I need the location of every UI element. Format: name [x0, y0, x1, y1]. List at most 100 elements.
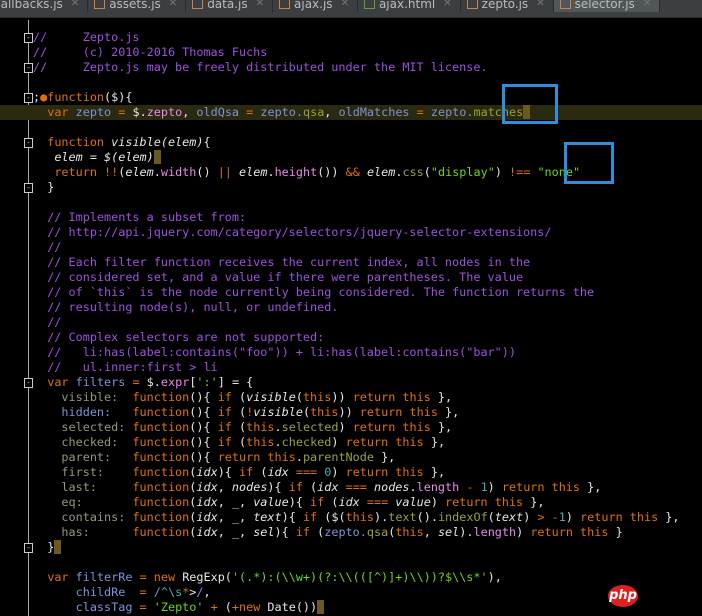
code-line[interactable]: // (c) 2010-2016 Thomas Fuchs: [0, 45, 702, 60]
code-line[interactable]: var zepto = $.zepto, oldQsa = zepto.qsa,…: [0, 105, 702, 120]
tab-selector-js[interactable]: selector.js ✕: [553, 0, 661, 12]
code-line[interactable]: - }: [0, 540, 702, 555]
fold-toggle-icon[interactable]: -: [24, 93, 33, 103]
tab-assets-js[interactable]: assets.js ✕: [88, 0, 187, 12]
close-icon[interactable]: ✕: [341, 0, 349, 9]
tab-zepto-js[interactable]: zepto.js ✕: [461, 0, 554, 12]
close-icon[interactable]: ✕: [71, 0, 79, 9]
code-token: width: [160, 165, 197, 179]
code-token: idx: [267, 465, 289, 479]
code-token: if: [217, 390, 232, 404]
code-line[interactable]: var filterRe = new RegExp('(.*):(\\w+)(?…: [0, 570, 702, 585]
code-token: nodes: [374, 480, 410, 494]
code-line[interactable]: classTag = 'Zepto' + (+new Date()): [0, 600, 702, 615]
code-line[interactable]: parent: function(){ return this.parentNo…: [0, 450, 702, 465]
code-line[interactable]: // ul.inner:first > li: [0, 360, 702, 375]
code-token: //: [33, 240, 62, 254]
tab-label: ajax.js: [294, 0, 333, 11]
code-line[interactable]: // li:has(label:contains("foo")) + li:ha…: [0, 345, 702, 360]
code-token: function: [132, 465, 190, 479]
tab-data-js[interactable]: data.js ✕: [186, 0, 274, 12]
code-line[interactable]: selected: function(){ if (this.selected)…: [0, 420, 702, 435]
fold-toggle-icon[interactable]: -: [24, 543, 33, 553]
code-line[interactable]: //: [0, 315, 702, 330]
code-line[interactable]: hidden: function(){ if (!visible(this)) …: [0, 405, 702, 420]
code-token: elem: [239, 165, 268, 179]
code-token: $(elem): [104, 150, 154, 164]
code-line[interactable]: [0, 555, 702, 570]
close-icon[interactable]: ✕: [643, 0, 651, 9]
code-line[interactable]: // Complex selectors are not supported:: [0, 330, 702, 345]
code-line[interactable]: // http://api.jquery.com/category/select…: [0, 225, 702, 240]
code-line[interactable]: contains: function(idx, _, text){ if ($(…: [0, 510, 702, 525]
code-token: ){: [274, 525, 296, 539]
code-token: }: [33, 180, 55, 194]
highlight-box: [564, 142, 614, 184]
code-token: last:: [33, 480, 133, 494]
code-token: var: [47, 375, 76, 389]
code-token: ){: [267, 480, 289, 494]
code-token: var: [47, 105, 76, 119]
tab-ajax-html[interactable]: ajax.html ✕: [358, 0, 461, 12]
code-token: /: [153, 585, 161, 599]
code-token: (){: [189, 420, 218, 434]
code-line[interactable]: // Each filter function receives the cur…: [0, 255, 702, 270]
code-line[interactable]: -// Zepto.js may be freely distributed u…: [0, 60, 702, 75]
close-icon[interactable]: ✕: [443, 0, 451, 9]
fold-toggle-icon[interactable]: -: [24, 33, 33, 43]
code-token: filters: [75, 375, 126, 389]
code-line[interactable]: has: function(idx, _, sel){ if (zepto.qs…: [0, 525, 702, 540]
code-line[interactable]: // considered set, and a value if there …: [0, 270, 702, 285]
code-line[interactable]: [0, 75, 702, 90]
code-token: (: [253, 465, 268, 479]
close-icon[interactable]: ✕: [256, 0, 264, 9]
code-token: ,: [182, 105, 197, 119]
tab-callbacks-js[interactable]: callbacks.js ✕: [0, 0, 89, 12]
tab-ajax-js[interactable]: ajax.js ✕: [273, 0, 358, 12]
code-line[interactable]: [0, 120, 702, 135]
code-token: > -: [537, 510, 559, 524]
code-token: (){: [189, 435, 218, 449]
code-token: if: [217, 405, 232, 419]
code-line[interactable]: //: [0, 240, 702, 255]
code-line[interactable]: checked: function(){ if (this.checked) r…: [0, 435, 702, 450]
fold-toggle-icon[interactable]: -: [24, 138, 33, 148]
fold-toggle-icon[interactable]: -: [24, 183, 33, 193]
code-line[interactable]: - ;●function($){: [0, 90, 702, 105]
code-token: function: [132, 495, 190, 509]
code-token: if: [295, 525, 311, 539]
code-token: =: [139, 600, 154, 614]
code-token: (: [295, 390, 303, 404]
close-icon[interactable]: ✕: [169, 0, 177, 9]
code-token: ): [494, 165, 510, 179]
code-line[interactable]: [0, 195, 702, 210]
code-line[interactable]: eq: function(idx, _, value){ if (idx ===…: [0, 495, 702, 510]
code-line[interactable]: // of `this` is the node currently being…: [0, 285, 702, 300]
code-token: .: [153, 165, 161, 179]
code-line[interactable]: -// Zepto.js: [0, 30, 702, 45]
close-icon[interactable]: ✕: [536, 0, 544, 9]
code-token: idx: [196, 465, 218, 479]
code-line[interactable]: - var filters = $.expr[':'] = {: [0, 375, 702, 390]
code-line[interactable]: last: function(idx, nodes){ if (idx === …: [0, 480, 702, 495]
code-token: this: [302, 390, 332, 404]
js-file-icon: [279, 0, 291, 9]
fold-toggle-icon[interactable]: -: [24, 378, 33, 388]
code-token: (: [324, 495, 339, 509]
code-line[interactable]: childRe = /^\s*>/,: [0, 585, 702, 600]
code-line[interactable]: first: function(idx){ if (idx === 0) ret…: [0, 465, 702, 480]
code-line[interactable]: visible: function(){ if (visible(this)) …: [0, 390, 702, 405]
code-token: // http://api.jquery.com/category/select…: [33, 225, 552, 239]
code-line[interactable]: // resulting node(s), null, or undefined…: [0, 300, 702, 315]
code-editor[interactable]: -// Zepto.js// (c) 2010-2016 Thomas Fuch…: [0, 30, 702, 615]
code-token: function: [132, 525, 190, 539]
fold-toggle-icon[interactable]: -: [24, 63, 33, 73]
code-token: (: [302, 480, 318, 494]
code-token: if: [217, 435, 232, 449]
code-token: ,: [324, 105, 339, 119]
code-token: sel: [437, 525, 460, 539]
code-line[interactable]: // Implements a subset from:: [0, 210, 702, 225]
